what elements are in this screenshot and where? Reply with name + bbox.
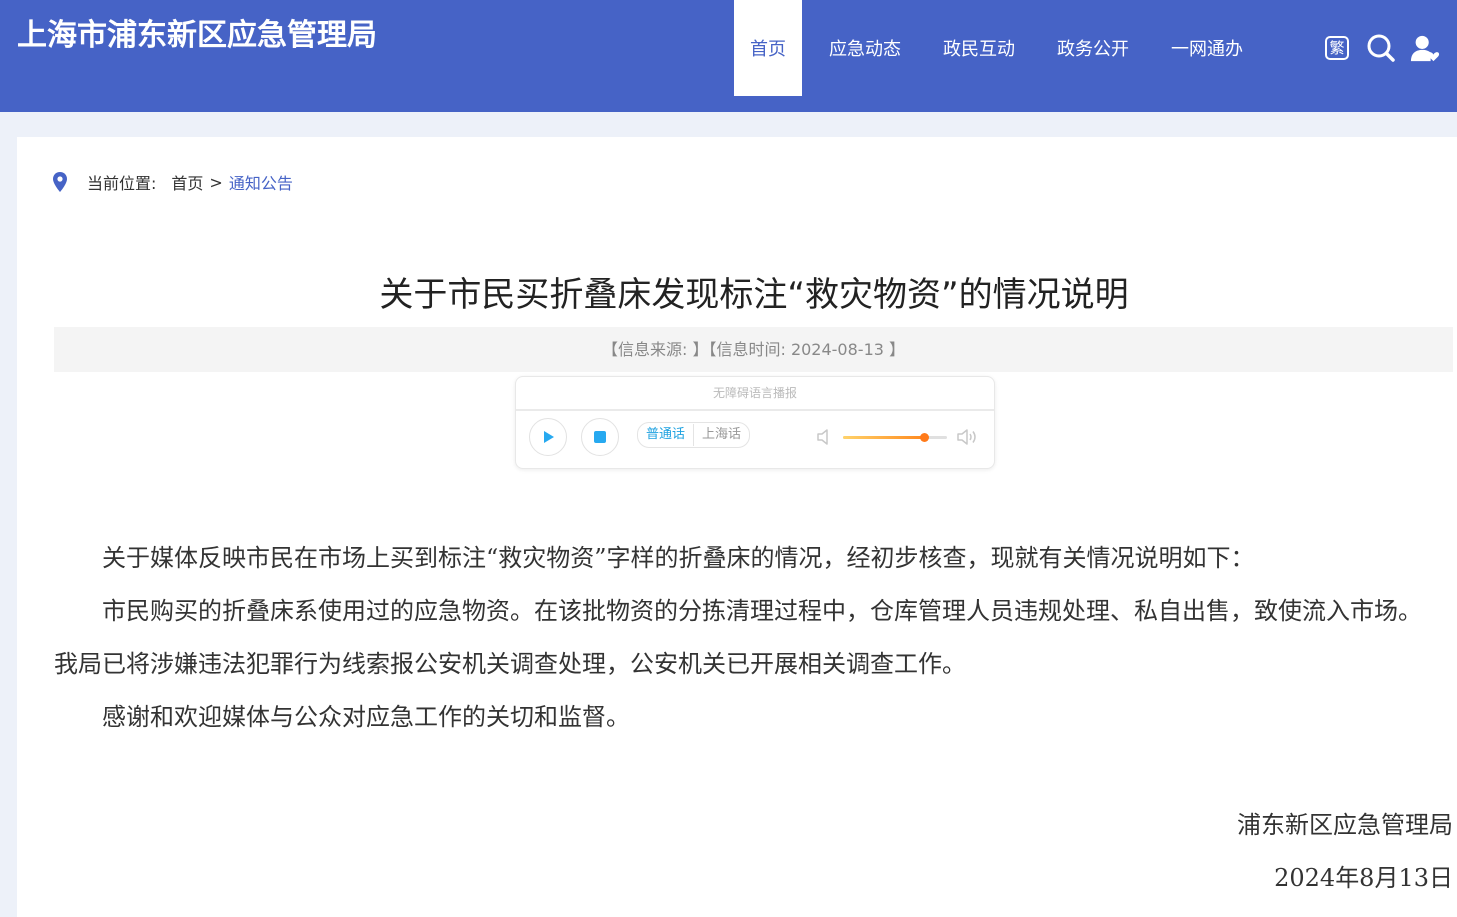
volume-high-icon[interactable] bbox=[956, 427, 980, 447]
nav-item-home[interactable]: 首页 bbox=[734, 0, 802, 96]
header-tools: 繁 bbox=[1322, 33, 1454, 63]
lang-shanghainese[interactable]: 上海话 bbox=[694, 424, 749, 446]
user-icon bbox=[1410, 35, 1440, 62]
breadcrumb-separator: > bbox=[209, 172, 223, 192]
article-body: 关于媒体反映市民在市场上买到标注“救灾物资”字样的折叠床的情况，经初步核查，现就… bbox=[54, 532, 1444, 744]
nav-item-interaction[interactable]: 政民互动 bbox=[922, 0, 1036, 96]
nav-item-gov-affairs[interactable]: 政务公开 bbox=[1036, 0, 1150, 96]
article-signature-block: 浦东新区应急管理局 2024年8月13日 bbox=[1237, 799, 1453, 905]
content-card: 当前位置: 首页 > 通知公告 关于市民买折叠床发现标注“救灾物资”的情况说明 … bbox=[17, 137, 1457, 917]
player-title: 无障碍语言播报 bbox=[516, 377, 994, 411]
article-title: 关于市民买折叠床发现标注“救灾物资”的情况说明 bbox=[379, 275, 1129, 315]
article-paragraph: 感谢和欢迎媒体与公众对应急工作的关切和监督。 bbox=[102, 703, 630, 731]
lang-mandarin[interactable]: 普通话 bbox=[638, 424, 695, 446]
article-paragraph: 关于媒体反映市民在市场上买到标注“救灾物资”字样的折叠床的情况，经初步核查，现就… bbox=[102, 544, 1255, 572]
play-button[interactable] bbox=[529, 418, 567, 456]
article-paragraph: 市民购买的折叠床系使用过的应急物资。在该批物资的分拣清理过程中，仓库管理人员违规… bbox=[54, 597, 1422, 678]
search-icon bbox=[1367, 34, 1395, 62]
volume-slider-knob[interactable] bbox=[920, 433, 930, 442]
language-selector: 普通话 上海话 bbox=[637, 422, 751, 448]
play-icon bbox=[544, 431, 554, 443]
volume-low-icon[interactable] bbox=[816, 427, 832, 447]
site-header: 上海市浦东新区应急管理局 首页 应急动态 政民互动 政务公开 一网通办 繁 bbox=[0, 0, 1457, 112]
breadcrumb: 当前位置: 首页 > 通知公告 bbox=[53, 170, 293, 194]
traditional-chinese-button[interactable]: 繁 bbox=[1322, 33, 1352, 63]
nav-item-one-stop-service[interactable]: 一网通办 bbox=[1150, 0, 1264, 96]
article-meta: 【信息来源: 】【信息时间: 2024-08-13 】 bbox=[54, 327, 1453, 372]
breadcrumb-label: 当前位置: bbox=[87, 174, 157, 193]
location-pin-icon bbox=[53, 172, 67, 192]
volume-slider[interactable] bbox=[843, 433, 947, 442]
breadcrumb-current-link[interactable]: 通知公告 bbox=[229, 170, 293, 194]
breadcrumb-home-link[interactable]: 首页 bbox=[171, 170, 203, 194]
signature-date: 2024年8月13日 bbox=[1274, 864, 1453, 892]
main-nav: 首页 应急动态 政民互动 政务公开 一网通办 bbox=[734, 0, 1264, 96]
site-title[interactable]: 上海市浦东新区应急管理局 bbox=[17, 10, 377, 54]
volume-slider-fill bbox=[843, 436, 925, 439]
signature-org: 浦东新区应急管理局 bbox=[1237, 811, 1453, 839]
search-button[interactable] bbox=[1366, 33, 1396, 63]
user-button[interactable] bbox=[1410, 33, 1440, 63]
traditional-chinese-icon: 繁 bbox=[1325, 36, 1349, 60]
nav-item-emergency-news[interactable]: 应急动态 bbox=[802, 0, 922, 96]
stop-icon bbox=[594, 431, 606, 443]
stop-button[interactable] bbox=[581, 418, 619, 456]
audio-player: 无障碍语言播报 普通话 上海话 bbox=[515, 376, 995, 469]
